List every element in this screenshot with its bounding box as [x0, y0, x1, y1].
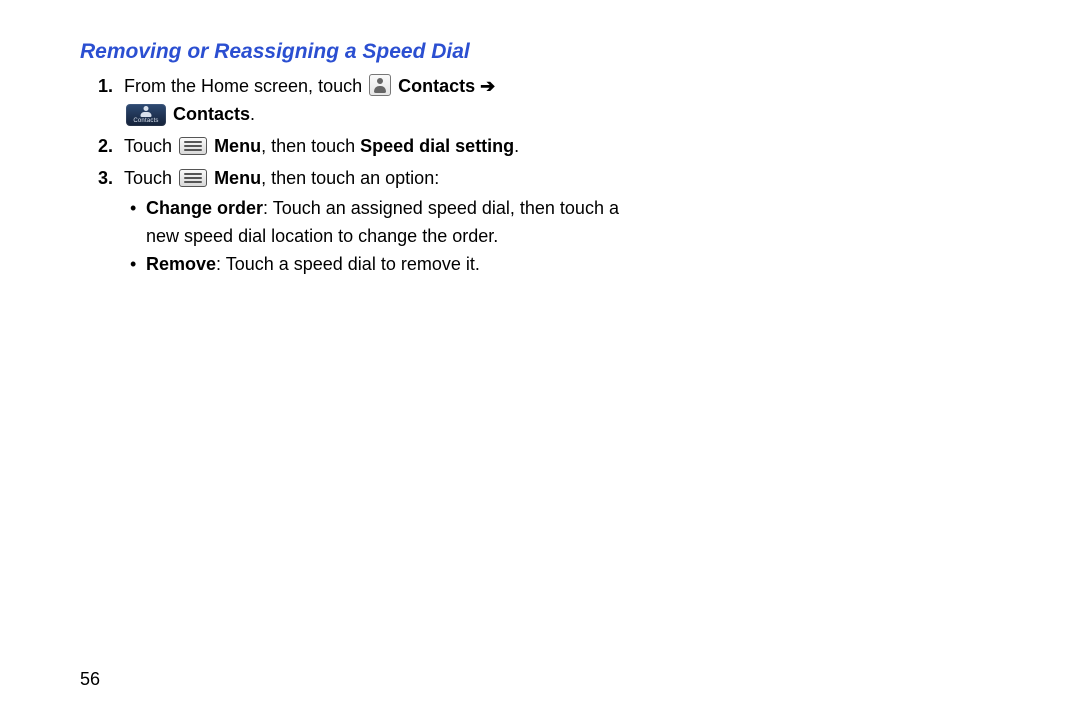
step-1-end: .	[250, 104, 255, 124]
step-1: 1. From the Home screen, touch Contacts …	[98, 72, 628, 128]
step-3-menu: Menu	[214, 168, 261, 188]
step-2-speed: Speed dial setting	[360, 136, 514, 156]
step-1-contacts-2: Contacts	[173, 104, 250, 124]
step-1-number: 1.	[98, 72, 113, 100]
step-1-contacts-1: Contacts	[398, 76, 475, 96]
contacts-app-icon: Contacts	[126, 104, 166, 126]
step-1-text-a: From the Home screen, touch	[124, 76, 367, 96]
step-3-text-b: , then touch an option:	[261, 168, 439, 188]
step-2: 2. Touch Menu, then touch Speed dial set…	[98, 132, 628, 160]
option-remove-text: : Touch a speed dial to remove it.	[216, 254, 480, 274]
option-remove: Remove: Touch a speed dial to remove it.	[130, 250, 628, 278]
option-change-order-label: Change order	[146, 198, 263, 218]
contacts-icon	[369, 74, 391, 96]
step-3: 3. Touch Menu, then touch an option: Cha…	[98, 164, 628, 278]
manual-page: Removing or Reassigning a Speed Dial 1. …	[0, 0, 1080, 720]
step-3-options: Change order: Touch an assigned speed di…	[124, 194, 628, 278]
steps-list: 1. From the Home screen, touch Contacts …	[80, 72, 628, 278]
section-heading: Removing or Reassigning a Speed Dial	[80, 40, 1020, 64]
step-3-number: 3.	[98, 164, 113, 192]
step-2-text-a: Touch	[124, 136, 177, 156]
menu-icon	[179, 169, 207, 187]
step-2-text-b: , then touch	[261, 136, 360, 156]
menu-icon	[179, 137, 207, 155]
step-2-number: 2.	[98, 132, 113, 160]
step-2-menu: Menu	[214, 136, 261, 156]
step-3-text-a: Touch	[124, 168, 177, 188]
option-remove-label: Remove	[146, 254, 216, 274]
option-change-order: Change order: Touch an assigned speed di…	[130, 194, 628, 250]
page-number: 56	[80, 669, 100, 690]
step-1-arrow: ➔	[480, 76, 495, 96]
step-2-end: .	[514, 136, 519, 156]
